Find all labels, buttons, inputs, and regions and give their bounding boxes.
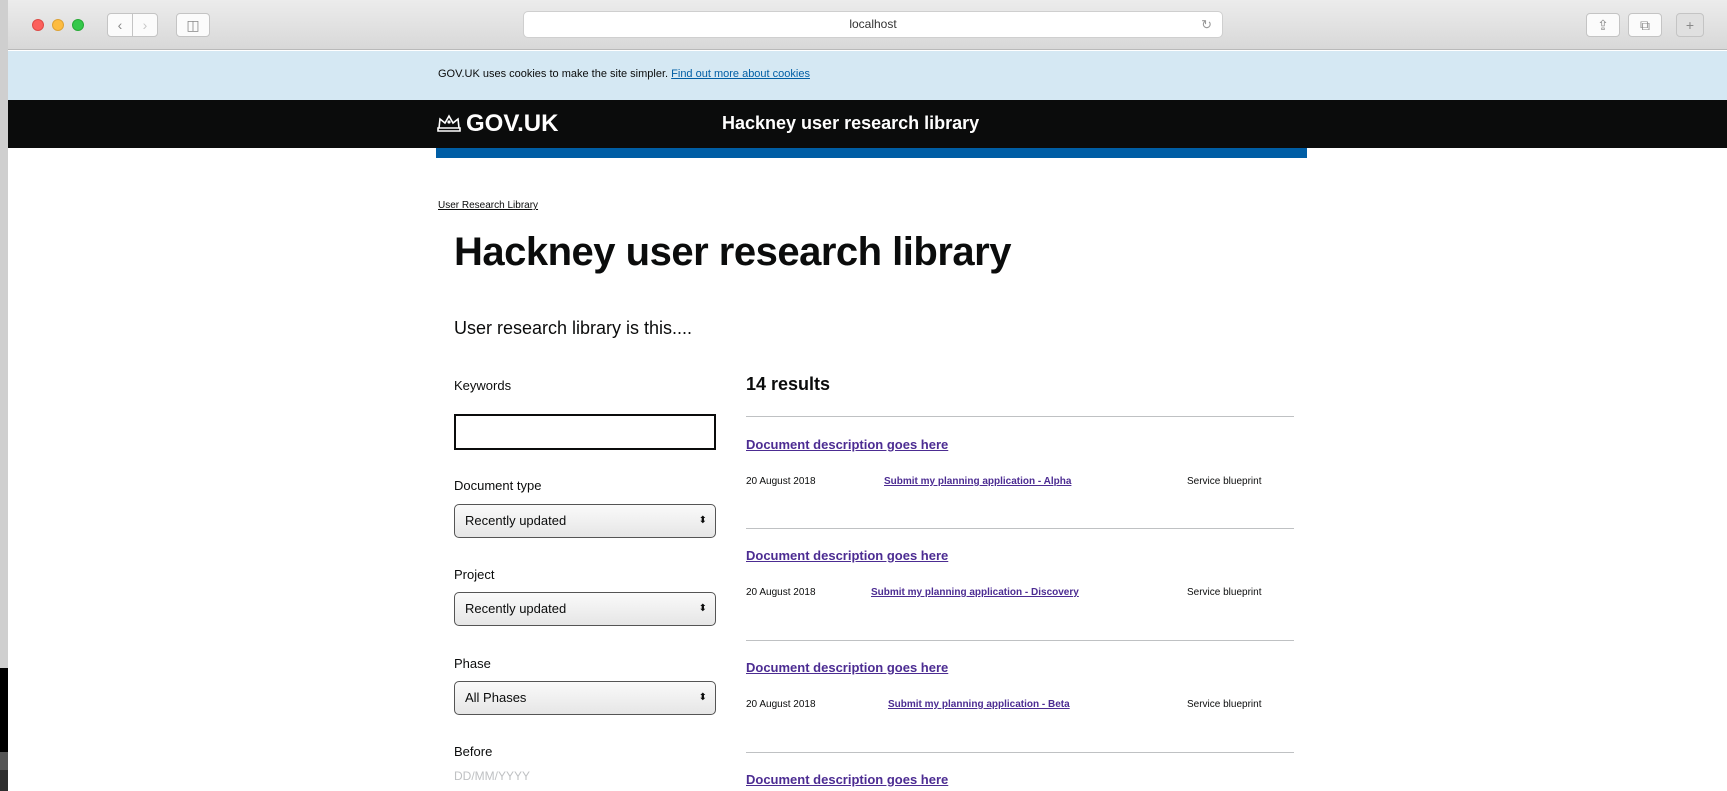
govuk-logo[interactable]: GOV.UK xyxy=(436,110,558,138)
crown-icon xyxy=(437,114,461,132)
cookie-message: GOV.UK uses cookies to make the site sim… xyxy=(438,68,669,80)
phase-select[interactable]: All Phases ⬍ xyxy=(454,681,716,715)
select-arrows-icon: ⬍ xyxy=(698,692,707,703)
header-underline xyxy=(436,148,1307,158)
phase-label: Phase xyxy=(454,656,491,671)
results-count: 14 results xyxy=(746,374,831,394)
cookie-banner: GOV.UK uses cookies to make the site sim… xyxy=(8,51,1727,100)
select-arrows-icon: ⬍ xyxy=(698,515,707,526)
cookie-info-link[interactable]: Find out more about cookies xyxy=(671,68,810,80)
close-window-button[interactable] xyxy=(32,19,44,31)
tabs-overview-button[interactable]: ⧉ xyxy=(1628,13,1662,37)
chevron-right-icon: › xyxy=(142,17,148,33)
govuk-header: GOV.UK Hackney user research library xyxy=(8,100,1727,148)
results-divider xyxy=(746,528,1294,529)
project-link[interactable]: Submit my planning application - Alpha xyxy=(884,476,1071,487)
desktop-dark-block xyxy=(0,668,8,752)
document-link[interactable]: Document description goes here xyxy=(746,548,948,563)
document-date: 20 August 2018 xyxy=(746,587,816,598)
keywords-label: Keywords xyxy=(454,378,512,393)
browser-toolbar: ‹ › ◫ localhost ↻ ⇪ ⧉ + xyxy=(8,0,1727,50)
project-link[interactable]: Submit my planning application - Discove… xyxy=(871,587,1079,598)
browser-window: ‹ › ◫ localhost ↻ ⇪ ⧉ + GOV.UK uses cook… xyxy=(8,0,1727,791)
sidebar-button[interactable]: ◫ xyxy=(176,13,210,37)
project-label: Project xyxy=(454,567,495,582)
share-button[interactable]: ⇪ xyxy=(1586,13,1620,37)
results-divider xyxy=(746,416,1294,417)
minimize-window-button[interactable] xyxy=(52,19,64,31)
logo-text: GOV.UK xyxy=(466,110,559,137)
sidebar-icon: ◫ xyxy=(186,17,200,33)
forward-button[interactable]: › xyxy=(132,13,158,37)
tabs-icon: ⧉ xyxy=(1640,17,1650,33)
page-lede: User research library is this.... xyxy=(454,318,693,338)
results-divider xyxy=(746,640,1294,641)
project-link[interactable]: Submit my planning application - Beta xyxy=(888,699,1070,710)
breadcrumb[interactable]: User Research Library xyxy=(438,200,538,211)
project-select[interactable]: Recently updated ⬍ xyxy=(454,592,716,626)
document-link[interactable]: Document description goes here xyxy=(746,437,948,452)
page-title: Hackney user research library xyxy=(454,230,1011,274)
document-date: 20 August 2018 xyxy=(746,476,816,487)
desktop-dark-block xyxy=(0,770,8,791)
url-text: localhost xyxy=(849,17,897,31)
desktop-dark-block xyxy=(0,752,8,770)
share-icon: ⇪ xyxy=(1597,17,1609,33)
document-link[interactable]: Document description goes here xyxy=(746,772,948,787)
plus-icon: + xyxy=(1685,17,1695,33)
document-type-label: Document type xyxy=(454,478,542,493)
results-divider xyxy=(746,752,1294,753)
zoom-window-button[interactable] xyxy=(72,19,84,31)
phase-value: All Phases xyxy=(465,690,527,705)
document-link[interactable]: Document description goes here xyxy=(746,660,948,675)
document-type-select[interactable]: Recently updated ⬍ xyxy=(454,504,716,538)
document-type-text: Service blueprint xyxy=(1187,476,1262,487)
reload-icon[interactable]: ↻ xyxy=(1201,12,1212,37)
select-arrows-icon: ⬍ xyxy=(698,603,707,614)
before-date-input[interactable]: DD/MM/YYYY xyxy=(454,769,530,783)
back-button[interactable]: ‹ xyxy=(107,13,133,37)
document-date: 20 August 2018 xyxy=(746,699,816,710)
document-type-value: Recently updated xyxy=(465,513,567,528)
before-label: Before xyxy=(454,744,493,759)
chevron-left-icon: ‹ xyxy=(117,17,123,33)
service-name[interactable]: Hackney user research library xyxy=(722,113,979,134)
document-type-text: Service blueprint xyxy=(1187,587,1262,598)
keywords-input[interactable] xyxy=(454,414,716,450)
project-value: Recently updated xyxy=(465,601,567,616)
new-tab-button[interactable]: + xyxy=(1676,13,1704,37)
document-type-text: Service blueprint xyxy=(1187,699,1262,710)
desktop-edge xyxy=(0,0,8,791)
address-bar[interactable]: localhost ↻ xyxy=(523,11,1223,38)
